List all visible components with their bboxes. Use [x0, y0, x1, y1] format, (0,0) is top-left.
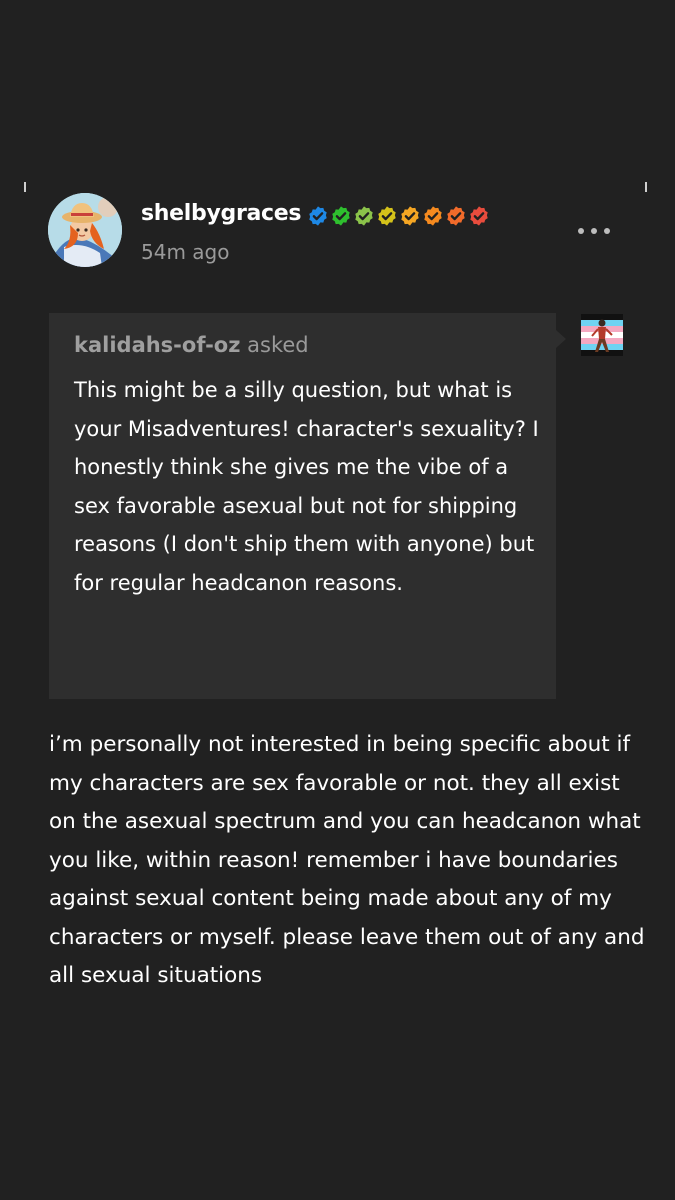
checkmark-badge-icon — [353, 205, 375, 227]
pride-flag-avatar-icon — [581, 314, 623, 356]
post-timestamp: 54m ago — [141, 240, 230, 264]
more-options-icon — [578, 228, 584, 234]
frame-corner-right — [645, 182, 647, 192]
asker-username[interactable]: kalidahs-of-oz — [74, 333, 240, 357]
checkmark-badge-icon — [307, 205, 329, 227]
asker-avatar[interactable] — [581, 314, 623, 356]
ask-question: This might be a silly question, but what… — [74, 378, 539, 595]
checkmark-badge-icon — [399, 205, 421, 227]
author-avatar[interactable] — [48, 193, 122, 267]
checkmark-badge-icon — [330, 205, 352, 227]
ask-box: kalidahs-of-oz asked This might be a sil… — [49, 313, 556, 699]
verified-badges — [307, 205, 490, 227]
ask-header: kalidahs-of-oz asked — [74, 329, 531, 361]
asked-label: asked — [247, 333, 309, 357]
checkmark-badge-icon — [422, 205, 444, 227]
checkmark-badge-icon — [468, 205, 490, 227]
cowgirl-avatar-icon — [48, 193, 122, 267]
post-answer: i’m personally not interested in being s… — [49, 732, 645, 988]
more-options-button[interactable] — [576, 218, 612, 244]
more-options-icon — [604, 228, 610, 234]
ask-bubble-tail — [556, 330, 566, 348]
author-username[interactable]: shelbygraces — [141, 201, 302, 226]
more-options-icon — [591, 228, 597, 234]
checkmark-badge-icon — [376, 205, 398, 227]
frame-corner-left — [24, 182, 26, 192]
checkmark-badge-icon — [445, 205, 467, 227]
